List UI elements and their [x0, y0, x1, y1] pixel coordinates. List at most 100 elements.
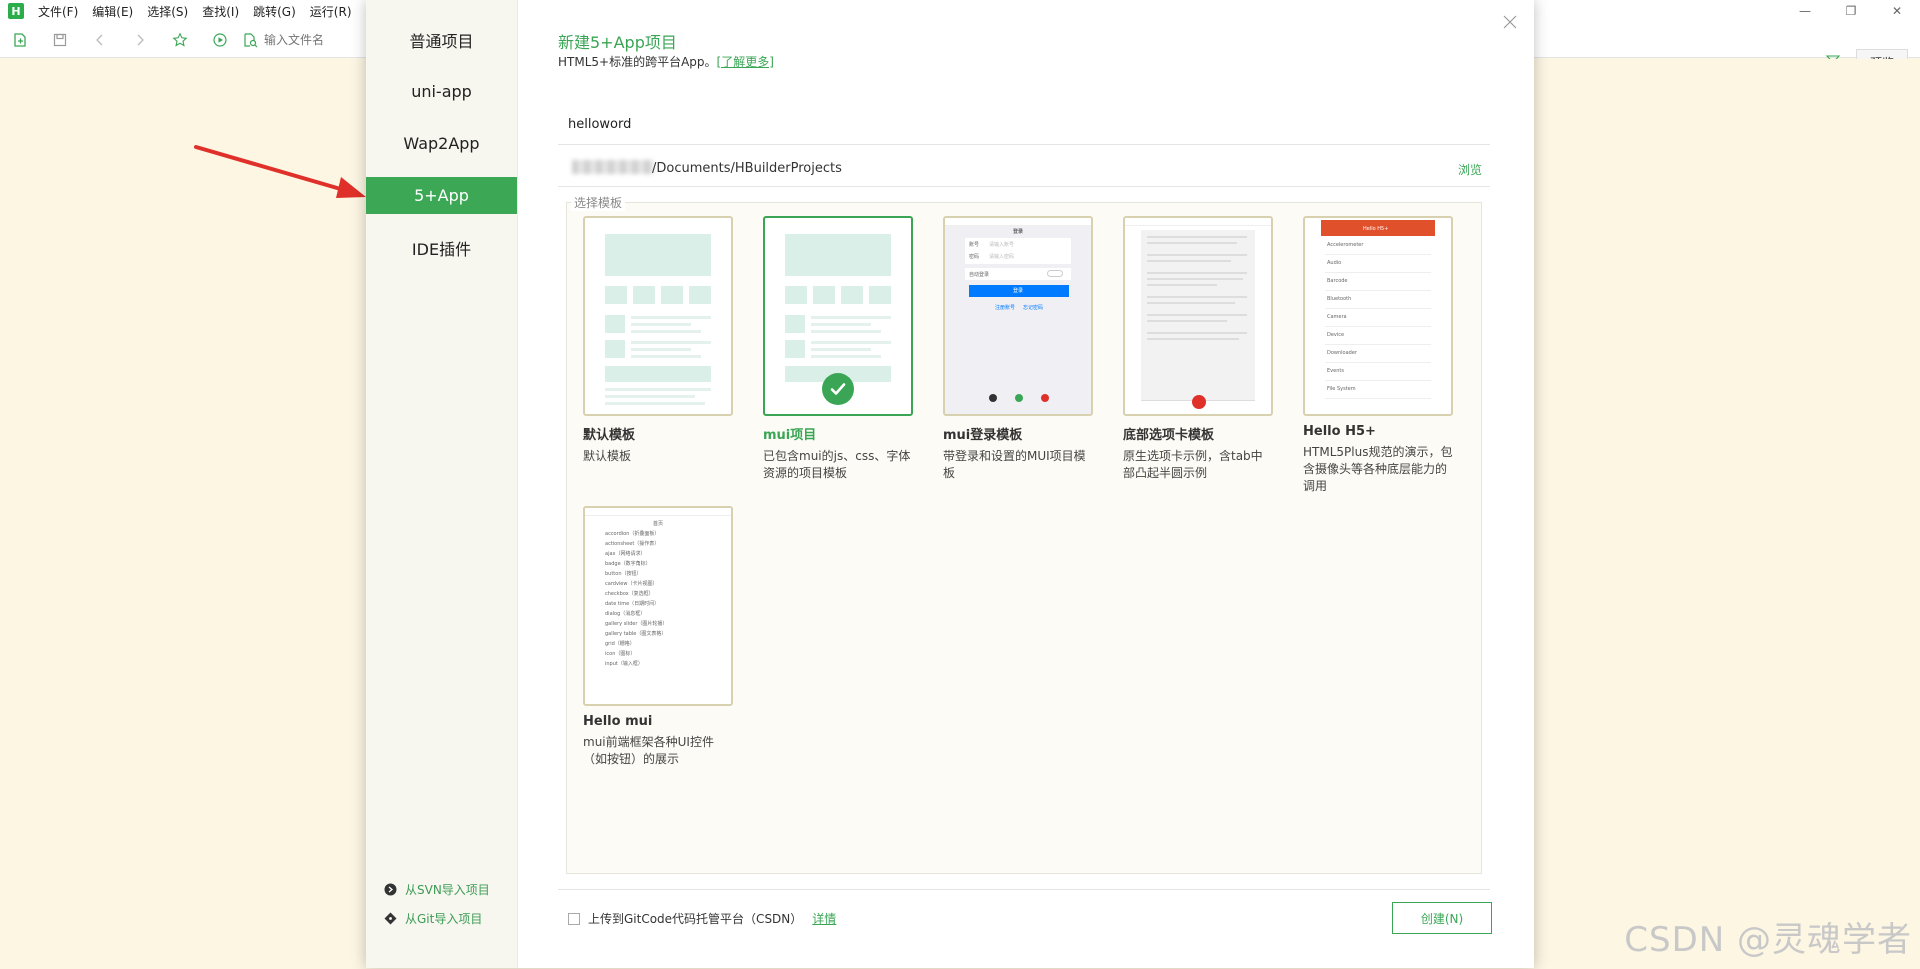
template-thumbnail	[1123, 216, 1273, 416]
dialog-close-icon[interactable]	[1502, 14, 1518, 30]
chevron-left-icon	[96, 34, 103, 45]
thumb-list-item: actionsheet（操作表）	[605, 541, 660, 547]
template-name: Hello H5+	[1303, 424, 1376, 439]
back-button[interactable]	[80, 22, 120, 58]
thumb-list-item: Audio	[1327, 260, 1342, 266]
thumb-list-item: grid（栅格）	[605, 641, 635, 647]
restore-icon: ❐	[1845, 4, 1857, 18]
thumb-list-item: Device	[1327, 332, 1345, 338]
import-git-link[interactable]: 从Git导入项目	[384, 910, 482, 927]
menu-goto[interactable]: 跳转(G)	[253, 3, 296, 20]
thumb-list-item: Accelerometer	[1327, 242, 1364, 248]
template-group: 默认模板 默认模板 mui项目 已包含mui的js、css、字体资源的项目模板 …	[566, 202, 1482, 874]
thumb-list-item: button（按钮）	[605, 571, 642, 577]
selected-check-icon	[822, 373, 854, 405]
new-file-button[interactable]	[0, 22, 40, 58]
window-close-icon: ✕	[1891, 4, 1903, 18]
create-button[interactable]: 创建(N)	[1392, 902, 1492, 934]
template-mui-login[interactable]: 登录 账号 请输入账号 密码 请输入密码 自动登录 登录 注册账号 忘记密码 m…	[943, 216, 1093, 482]
nav-wap2app[interactable]: Wap2App	[366, 125, 517, 162]
window-controls: — ❐ ✕	[1782, 0, 1920, 22]
thumb-list-item: Camera	[1327, 314, 1347, 320]
detail-link[interactable]: 详情	[812, 910, 836, 927]
nav-uni-app[interactable]: uni-app	[366, 73, 517, 110]
template-thumbnail	[583, 216, 733, 416]
import-svn-label: 从SVN导入项目	[405, 883, 490, 897]
menu-edit[interactable]: 编辑(E)	[92, 3, 133, 20]
thumb-list-item: input（输入框）	[605, 661, 643, 667]
file-search	[242, 32, 374, 48]
project-path-row: /Documents/HBuilderProjects 浏览	[558, 150, 1490, 187]
template-thumbnail: 首页 accordion（折叠面板） actionsheet（操作表） ajax（网…	[583, 506, 733, 706]
dialog-title: 新建5+App项目	[558, 33, 677, 52]
template-hello-mui[interactable]: 首页 accordion（折叠面板） actionsheet（操作表） ajax（网…	[583, 506, 733, 768]
star-icon	[172, 32, 188, 47]
template-name: 底部选项卡模板	[1123, 428, 1215, 443]
dialog-subtitle: HTML5+标准的跨平台App。[了解更多]	[558, 53, 774, 70]
annotation-arrow	[194, 145, 366, 198]
template-thumbnail: 登录 账号 请输入账号 密码 请输入密码 自动登录 登录 注册账号 忘记密码	[943, 216, 1093, 416]
template-desc: 原生选项卡示例，含tab中部凸起半圆示例	[1123, 449, 1263, 480]
thumb-list-item: accordion（折叠面板）	[605, 531, 660, 537]
menu-select[interactable]: 选择(S)	[147, 3, 188, 20]
menu-file[interactable]: 文件(F)	[38, 3, 78, 20]
template-desc: HTML5Plus规范的演示，包含摄像头等各种底层能力的调用	[1303, 445, 1453, 493]
template-desc: 已包含mui的js、css、字体资源的项目模板	[763, 449, 911, 480]
thumb-list-item: File System	[1327, 386, 1356, 392]
thumb-list-item: gallery slider（图片轮播）	[605, 621, 668, 627]
nav-5plus-app[interactable]: 5+App	[366, 177, 517, 214]
browse-button[interactable]: 浏览	[1458, 161, 1482, 178]
thumb-list-item: checkbox（复选框）	[605, 591, 654, 597]
template-name: mui登录模板	[943, 428, 1023, 443]
template-hello-h5plus[interactable]: Hello H5+ Accelerometer Audio Barcode Bluet…	[1303, 216, 1453, 495]
project-type-sidebar: 普通项目 uni-app Wap2App 5+App IDE插件 从SVN导入项…	[366, 0, 518, 968]
forward-button[interactable]	[120, 22, 160, 58]
app-logo-icon: H	[8, 3, 24, 19]
thumb-list-item: gallery table（图文表格）	[605, 631, 667, 637]
template-legend: 选择模板	[571, 194, 626, 211]
nav-ide-plugin[interactable]: IDE插件	[366, 229, 517, 266]
thumb-list-item: Events	[1327, 368, 1344, 374]
thumb-list-item: dialog（消息框）	[605, 611, 646, 617]
template-name: 默认模板	[583, 428, 636, 443]
template-default[interactable]: 默认模板 默认模板	[583, 216, 733, 465]
thumb-list-item: Bluetooth	[1327, 296, 1352, 302]
learn-more-link[interactable]: [了解更多]	[717, 55, 774, 69]
chevron-right-icon	[137, 34, 144, 45]
play-circle-icon	[213, 32, 227, 47]
thumb-list-item: cardview（卡片视图）	[605, 581, 658, 587]
save-button[interactable]	[40, 22, 80, 58]
thumb-list-item: badge（数字角标）	[605, 561, 651, 567]
menu-find[interactable]: 查找(I)	[202, 3, 239, 20]
subtitle-text: HTML5+标准的跨平台App。	[558, 55, 717, 69]
footer-divider	[558, 889, 1490, 890]
import-svn-link[interactable]: 从SVN导入项目	[384, 881, 490, 898]
nav-normal-project[interactable]: 普通项目	[366, 21, 517, 58]
template-bottom-tabs[interactable]: 底部选项卡模板 原生选项卡示例，含tab中部凸起半圆示例	[1123, 216, 1273, 482]
restore-button[interactable]: ❐	[1828, 0, 1874, 22]
save-icon	[53, 33, 67, 46]
new-file-icon	[14, 32, 26, 47]
project-name-input[interactable]	[568, 117, 1168, 132]
new-project-dialog: 普通项目 uni-app Wap2App 5+App IDE插件 从SVN导入项…	[366, 0, 1534, 968]
template-desc: mui前端框架各种UI控件（如按钮）的展示	[583, 735, 714, 766]
run-button[interactable]	[200, 22, 240, 58]
template-desc: 默认模板	[583, 449, 632, 463]
menu-run[interactable]: 运行(R)	[310, 3, 352, 20]
file-search-input[interactable]	[264, 32, 374, 47]
thumb-list-item: ajax（网络请求）	[605, 551, 646, 557]
favorite-button[interactable]	[160, 22, 200, 58]
svn-icon	[384, 883, 397, 896]
upload-checkbox[interactable]	[568, 912, 580, 925]
template-thumbnail	[763, 216, 913, 416]
project-name-row	[558, 108, 1490, 145]
upload-label: 上传到GitCode代码托管平台（CSDN）	[588, 912, 803, 926]
template-desc: 带登录和设置的MUI项目模板	[943, 449, 1086, 480]
project-path-text[interactable]: /Documents/HBuilderProjects	[652, 161, 842, 176]
window-close-button[interactable]: ✕	[1874, 0, 1920, 22]
template-mui-project[interactable]: mui项目 已包含mui的js、css、字体资源的项目模板	[763, 216, 913, 482]
minimize-button[interactable]: —	[1782, 0, 1828, 22]
watermark: CSDN @灵魂学者	[1624, 920, 1912, 960]
file-search-icon	[244, 32, 258, 47]
thumb-list-item: date time（日期时间）	[605, 601, 660, 607]
